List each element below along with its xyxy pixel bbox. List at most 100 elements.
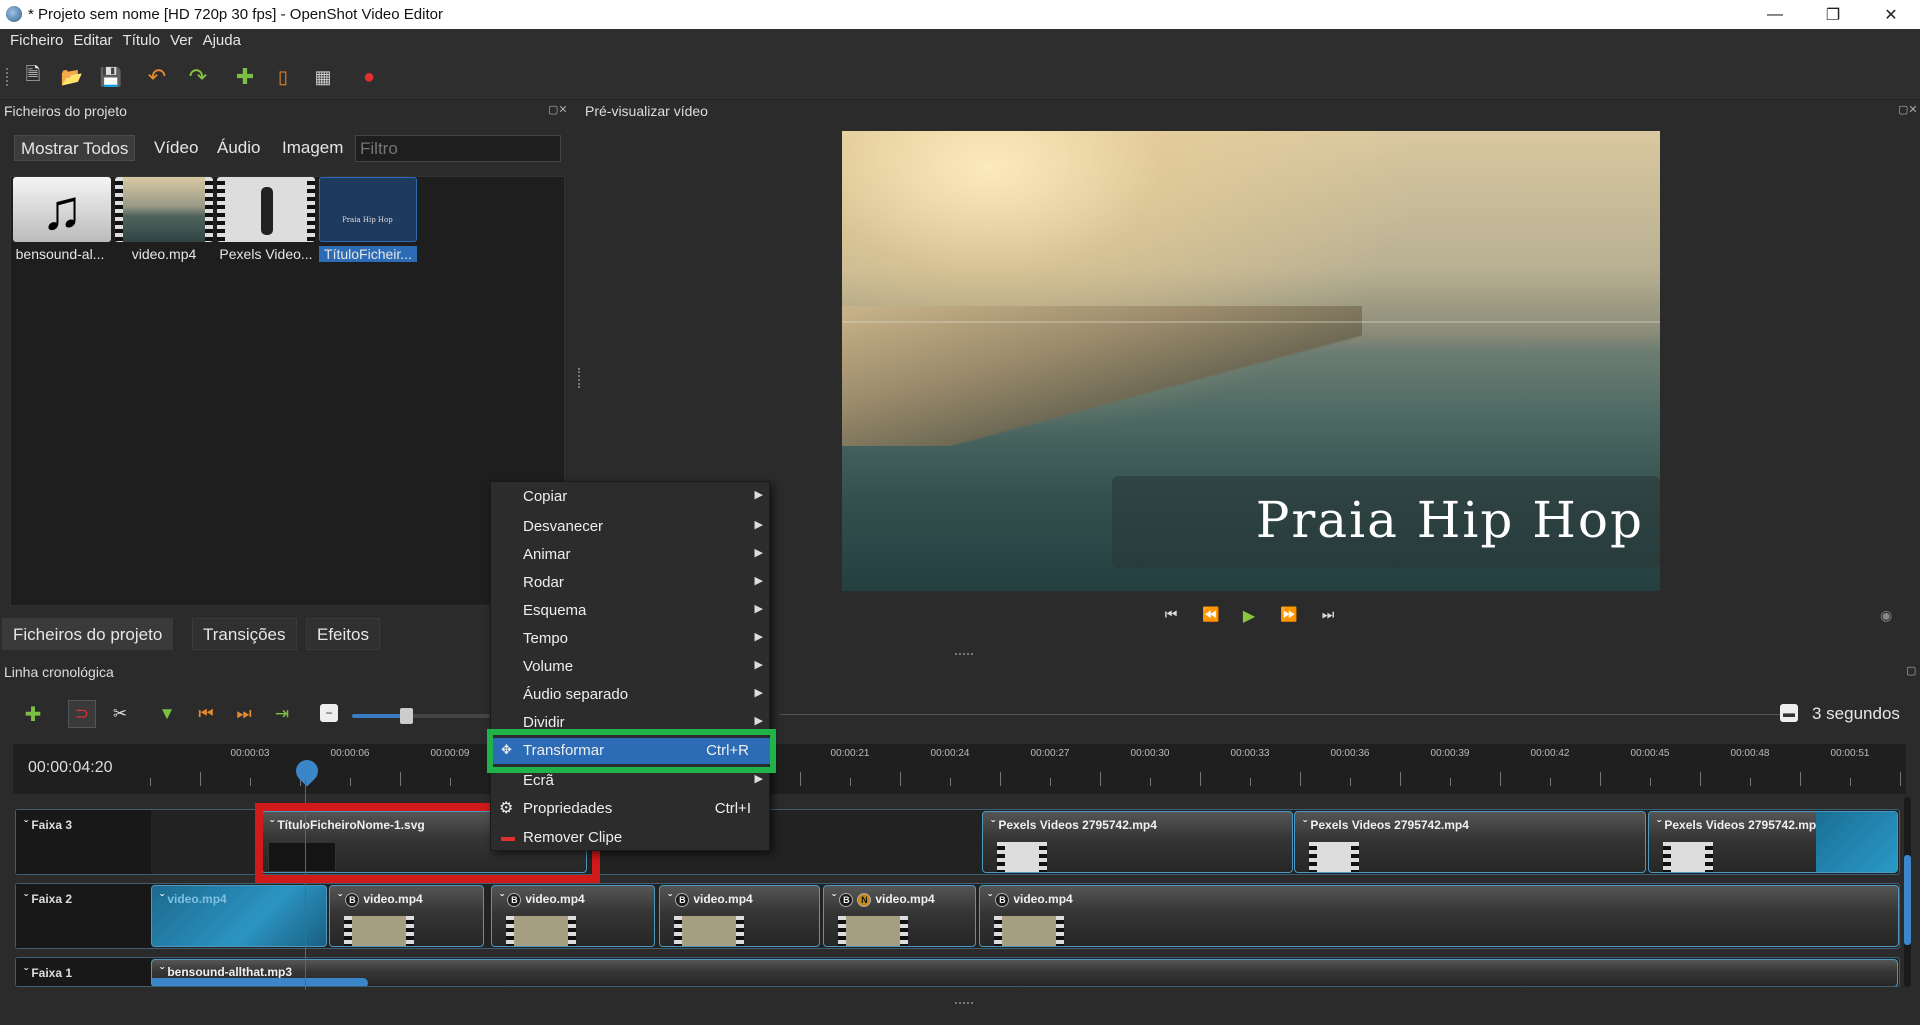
menu-item-label: Copiar — [523, 488, 568, 505]
menu-item-animar[interactable]: Animar ▶ — [491, 542, 771, 568]
camera-icon[interactable]: ◉ — [1880, 607, 1892, 624]
filter-input[interactable] — [355, 135, 561, 162]
open-folder-icon[interactable]: 📂 — [59, 64, 85, 90]
clip-video-4[interactable]: ˇ B Nvideo.mp4 — [823, 885, 976, 947]
clip-video-1[interactable]: ˇ Bvideo.mp4 — [329, 885, 484, 947]
clip-pexels-2[interactable]: ˇ Pexels Videos 2795742.mp4 — [1294, 811, 1646, 873]
ruler-tick — [1400, 772, 1401, 786]
clip-label: video.mp4 — [525, 892, 585, 906]
clip-video-3[interactable]: ˇ Bvideo.mp4 — [659, 885, 820, 947]
clip-thumbnail — [994, 916, 1064, 946]
zoom-out-icon[interactable]: − — [320, 704, 338, 722]
menu-item-label: Ecrã — [523, 772, 554, 789]
clip-label: video.mp4 — [1013, 892, 1073, 906]
profile-icon[interactable]: ▯ — [270, 64, 296, 90]
redo-icon[interactable]: ↷ — [185, 64, 211, 90]
menu-item-esquema[interactable]: Esquema ▶ — [491, 598, 771, 624]
clip-video-5[interactable]: ˇ Bvideo.mp4 — [979, 885, 1899, 947]
clip-video-2[interactable]: ˇ Bvideo.mp4 — [491, 885, 655, 947]
menu-ver[interactable]: Ver — [165, 29, 198, 49]
track-label: ˇ Faixa 2 — [16, 884, 151, 948]
submenu-arrow-icon: ▶ — [754, 773, 763, 785]
menu-editar[interactable]: Editar — [68, 29, 117, 49]
submenu-arrow-icon: ▶ — [754, 489, 763, 501]
dock-float-icon[interactable]: ▢ — [1906, 664, 1916, 677]
menu-item-volume[interactable]: Volume ▶ — [491, 654, 771, 680]
tab-imagem[interactable]: Imagem — [276, 135, 349, 161]
b-badge: B — [675, 892, 690, 907]
clip-pexels-1[interactable]: ˇ Pexels Videos 2795742.mp4 — [982, 811, 1293, 873]
tab-video[interactable]: Vídeo — [148, 135, 204, 161]
close-icon[interactable]: ✕ — [1862, 0, 1920, 29]
video-thumbnail — [217, 177, 315, 242]
track-faixa-2: ˇ Faixa 2 ˇ video.mp4 ˇ Bvideo.mp4 ˇ Bvi… — [15, 883, 1900, 949]
next-marker-icon[interactable]: ⏭ — [232, 702, 256, 726]
project-files-list: ♫ bensound-al... video.mp4 Pexels Video.… — [10, 176, 565, 606]
menu-ficheiro[interactable]: Ficheiro — [5, 29, 68, 49]
tab-audio[interactable]: Áudio — [211, 135, 266, 161]
track-name: Faixa 3 — [31, 818, 73, 832]
clip-thumbnail — [344, 916, 414, 946]
menu-item-rodar[interactable]: Rodar ▶ — [491, 570, 771, 596]
tab-efeitos[interactable]: Efeitos — [306, 618, 380, 650]
menu-item-remover-clipe[interactable]: Remover Clipe — [491, 825, 771, 851]
tab-project-files[interactable]: Ficheiros do projeto — [2, 618, 174, 650]
restore-icon[interactable]: ❐ — [1804, 0, 1862, 29]
import-files-icon[interactable]: ✚ — [232, 64, 258, 90]
timeline-scrollbar-thumb[interactable] — [1904, 855, 1911, 945]
rewind-icon[interactable]: ⏪ — [1200, 606, 1222, 623]
previous-marker-icon[interactable]: ⏮ — [194, 702, 218, 726]
splitter-handle[interactable] — [578, 368, 581, 388]
clip-label: Pexels Videos 2795742.mp4 — [1310, 818, 1469, 832]
transition-block[interactable] — [1816, 812, 1897, 872]
snapping-magnet-icon[interactable]: ⊃ — [68, 700, 96, 728]
export-video-icon[interactable]: ● — [356, 64, 382, 90]
zoom-label: 3 segundos — [1812, 704, 1900, 723]
menu-item-propriedades[interactable]: ⚙ Propriedades Ctrl+I — [491, 796, 771, 822]
play-icon[interactable]: ▶ — [1238, 606, 1260, 626]
new-file-icon[interactable]: 🗎 — [20, 64, 46, 90]
zoom-in-icon[interactable]: ▬ — [1780, 704, 1798, 722]
minimize-icon[interactable]: — — [1746, 0, 1804, 29]
ruler-tick — [1150, 778, 1151, 786]
ruler-tick — [1200, 772, 1201, 786]
ruler-tick — [1100, 772, 1101, 786]
razor-icon[interactable]: ✂ — [108, 702, 132, 726]
menu-item-copiar[interactable]: Copiar ▶ — [491, 484, 771, 510]
zoom-slider-track — [412, 714, 490, 718]
splitter-handle[interactable] — [955, 1002, 973, 1004]
dock-float-icon[interactable]: ▢✕ — [1898, 103, 1918, 116]
save-icon[interactable]: 💾 — [98, 64, 124, 90]
menu-item-audio-separado[interactable]: Áudio separado ▶ — [491, 682, 771, 708]
b-badge: B — [507, 892, 522, 907]
add-track-icon[interactable]: ✚ — [21, 702, 45, 726]
add-marker-icon[interactable]: ▼ — [155, 702, 179, 726]
clip-video-transition[interactable]: ˇ video.mp4 — [151, 885, 327, 947]
menu-ajuda[interactable]: Ajuda — [198, 29, 246, 49]
ruler-label: 00:00:06 — [330, 748, 370, 759]
menu-item-desvanecer[interactable]: Desvanecer ▶ — [491, 514, 771, 540]
b-badge: B — [995, 892, 1010, 907]
fast-forward-icon[interactable]: ⏩ — [1278, 606, 1300, 623]
jump-start-icon[interactable]: ⏮ — [1160, 606, 1182, 623]
clip-pexels-3[interactable]: ˇ Pexels Videos 2795742.mp4 — [1648, 811, 1898, 873]
ruler-label: 00:00:27 — [1030, 748, 1070, 759]
clip-label: Pexels Videos 2795742.mp4 — [1664, 818, 1823, 832]
zoom-slider-handle[interactable] — [400, 708, 413, 724]
ruler-tick — [1650, 778, 1651, 786]
track-label: ˇ Faixa 1 — [16, 958, 151, 986]
menu-item-tempo[interactable]: Tempo ▶ — [491, 626, 771, 652]
timecode: 00:00:04:20 — [28, 759, 113, 776]
clip-audio[interactable]: ˇ bensound-allthat.mp3 — [151, 959, 1898, 986]
menu-item-label: Esquema — [523, 602, 587, 619]
tab-transicoes[interactable]: Transições — [192, 618, 297, 650]
undo-icon[interactable]: ↶ — [144, 64, 170, 90]
fullscreen-icon[interactable]: ▦ — [310, 64, 336, 90]
center-playhead-icon[interactable]: ⇥ — [270, 702, 294, 726]
tab-mostrar-todos[interactable]: Mostrar Todos — [14, 135, 136, 161]
jump-end-icon[interactable]: ⏭ — [1317, 606, 1339, 623]
splitter-handle[interactable] — [955, 653, 973, 655]
menu-titulo[interactable]: Título — [118, 29, 166, 49]
ruler-tick — [1500, 772, 1501, 786]
dock-float-icon[interactable]: ▢✕ — [548, 103, 568, 116]
